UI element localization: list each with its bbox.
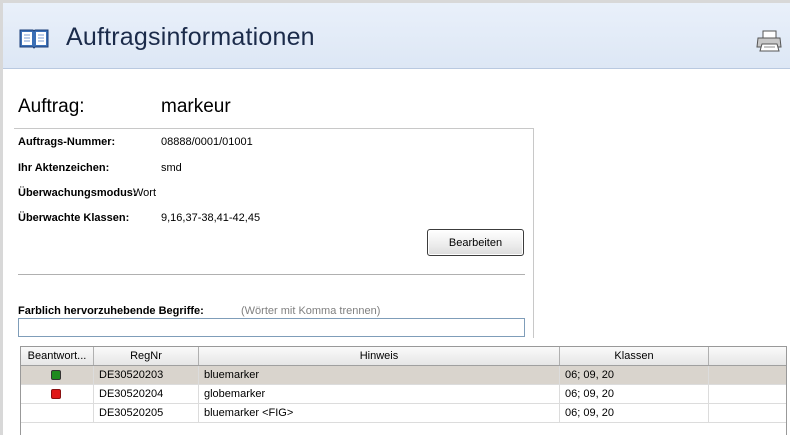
auftrag-value: markeur [161, 96, 231, 117]
highlight-terms-input[interactable] [18, 318, 525, 337]
column-header-beantwortet[interactable]: Beantwort... [21, 347, 94, 365]
regnr-cell: DE30520204 [94, 385, 199, 403]
auftrags-nummer-value: 08888/0001/01001 [161, 136, 253, 148]
column-header-regnr[interactable]: RegNr [94, 347, 199, 365]
regnr-cell: DE30520203 [94, 366, 199, 384]
section-divider [18, 274, 525, 275]
edit-button[interactable]: Bearbeiten [427, 229, 524, 256]
extra-cell [709, 385, 786, 403]
header-bar: Auftragsinformationen [3, 3, 790, 69]
table-header: Beantwort... RegNr Hinweis Klassen [21, 347, 786, 366]
table-row[interactable]: DE30520205 bluemarker <FIG> 06; 09, 20 [21, 404, 786, 423]
hinweis-cell: bluemarker [199, 366, 560, 384]
red-status-icon [51, 389, 61, 399]
column-header-hinweis[interactable]: Hinweis [199, 347, 560, 365]
klassen-cell: 06; 09, 20 [560, 404, 709, 422]
page-title: Auftragsinformationen [66, 23, 315, 51]
table-row[interactable]: DE30520203 bluemarker 06; 09, 20 [21, 366, 786, 385]
panel-vertical-divider [533, 128, 534, 338]
status-cell [21, 404, 94, 422]
extra-cell [709, 366, 786, 384]
table-row[interactable]: DE30520204 globemarker 06; 09, 20 [21, 385, 786, 404]
column-header-extra[interactable] [709, 347, 786, 365]
highlight-terms-hint: (Wörter mit Komma trennen) [241, 305, 381, 317]
klassen-cell: 06; 09, 20 [560, 366, 709, 384]
klassen-cell: 06; 09, 20 [560, 385, 709, 403]
status-cell [21, 366, 94, 384]
green-status-icon [51, 370, 61, 380]
highlight-terms-label: Farblich hervorzuhebende Begriffe: [18, 305, 204, 317]
hinweis-cell: globemarker [199, 385, 560, 403]
aktenzeichen-value: smd [161, 162, 182, 174]
hinweis-cell: bluemarker <FIG> [199, 404, 560, 422]
ueberwachte-klassen-label: Überwachte Klassen: [18, 212, 130, 224]
results-table: Beantwort... RegNr Hinweis Klassen DE305… [20, 346, 787, 435]
regnr-cell: DE30520205 [94, 404, 199, 422]
auftrag-label: Auftrag: [18, 96, 85, 117]
aktenzeichen-label: Ihr Aktenzeichen: [18, 162, 110, 174]
printer-icon[interactable] [756, 30, 782, 52]
ueberwachte-klassen-value: 9,16,37-38,41-42,45 [161, 212, 261, 224]
extra-cell [709, 404, 786, 422]
status-cell [21, 385, 94, 403]
panel-divider [14, 128, 534, 129]
ueberwachungsmodus-value: Wort [133, 187, 157, 199]
ueberwachungsmodus-label: Überwachungsmodus: [18, 187, 137, 199]
auftrags-nummer-label: Auftrags-Nummer: [18, 136, 116, 148]
book-icon [19, 29, 49, 49]
column-header-klassen[interactable]: Klassen [560, 347, 709, 365]
